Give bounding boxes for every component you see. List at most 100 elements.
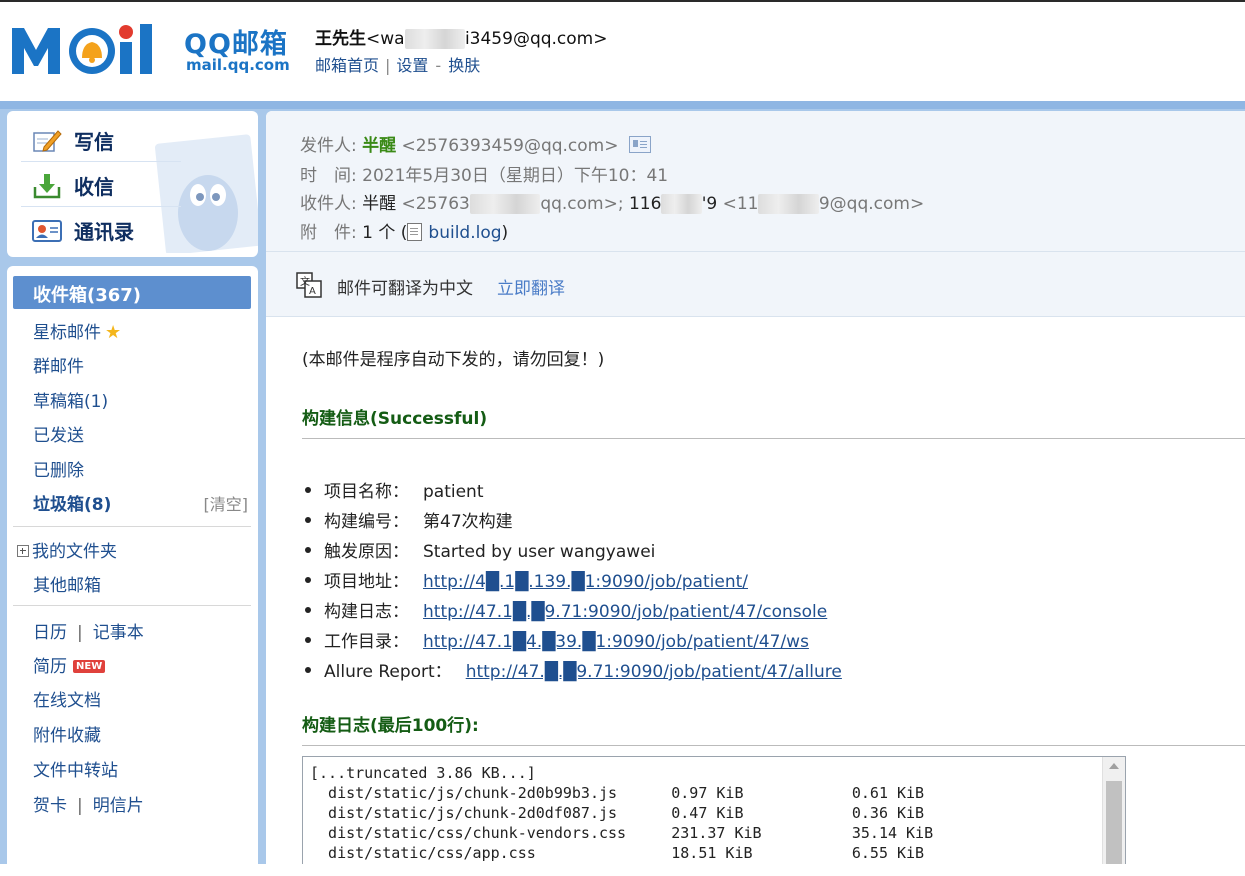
logo-url: mail.qq.com [186, 56, 290, 74]
my-folders-label: 我的文件夹 [32, 542, 117, 562]
sidebar-item-transfer[interactable]: 文件中转站 [33, 756, 118, 781]
sidebar-item-other-mail[interactable]: 其他邮箱 [33, 571, 101, 596]
sender-name[interactable]: 半醒 [362, 136, 396, 156]
star-icon: ★ [105, 322, 122, 343]
mailbox-home-link[interactable]: 邮箱首页 [315, 56, 379, 75]
translate-bar: 文 A 邮件可翻译为中文 立即翻译 [266, 252, 1245, 317]
header-links: 邮箱首页 | 设置 - 换肤 [315, 52, 480, 76]
redacted-block: xxxxxx [404, 29, 465, 49]
mail-logo-icon [12, 24, 152, 74]
quick-actions-panel: 写信 收信 通讯录 [7, 111, 258, 257]
sidebar-item-spam[interactable]: 垃圾箱(8) [33, 490, 111, 515]
new-badge: NEW [73, 660, 106, 673]
contacts-button[interactable]: 通讯录 [32, 216, 134, 245]
translate-icon: 文 A [296, 272, 322, 298]
scroll-thumb[interactable] [1106, 781, 1122, 864]
sender-email: <2576393459@qq.com> [401, 136, 619, 156]
build-info-label: 工作目录： [324, 632, 409, 652]
build-info-item: 工作目录： http://47.1█4.█39.█1:9090/job/patie… [302, 627, 842, 657]
sidebar-item-docs[interactable]: 在线文档 [33, 686, 101, 711]
receive-button[interactable]: 收信 [32, 171, 114, 200]
build-info-link[interactable]: http://47.1█.█9.71:9090/job/patient/47/c… [423, 602, 827, 622]
inbox-label: 收件箱(367) [33, 285, 142, 306]
starred-label: 星标邮件 [33, 323, 101, 343]
message-pane: 发件人: 半醒 <2576393459@qq.com> 时 间: 2021年5月… [266, 111, 1245, 864]
recipient2-email: <11xxxxxx9@qq.com> [722, 194, 925, 214]
log-line: dist/static/css/app.css 18.51 KiB 6.55 K… [310, 844, 925, 862]
sidebar-item-my-folders[interactable]: 我的文件夹 [17, 537, 117, 562]
divider [13, 526, 251, 527]
notepad-link[interactable]: 记事本 [93, 623, 144, 643]
log-line: dist/static/css/chunk-vendors.css 231.37… [310, 824, 934, 842]
attachment-label: 附 件: [300, 223, 357, 243]
calendar-link[interactable]: 日历 [33, 623, 67, 643]
build-info-value: patient [423, 482, 484, 502]
sidebar-item-group[interactable]: 群邮件 [33, 352, 84, 377]
sidebar-item-starred[interactable]: 星标邮件 ★ [33, 318, 121, 343]
scroll-up-arrow-icon[interactable] [1109, 763, 1119, 769]
postcard-link[interactable]: 明信片 [93, 796, 144, 816]
build-info-item: Allure Report： http://47.█.█9.71:9090/job… [302, 657, 842, 687]
sidebar-item-resume[interactable]: 简历 NEW [33, 652, 106, 677]
receive-label: 收信 [74, 175, 114, 199]
separator: | [385, 56, 391, 75]
time-value: 2021年5月30日（星期日）下午10：41 [362, 166, 669, 186]
build-info-item: 项目地址： http://4█.1█.139.█1:9090/job/patien… [302, 567, 842, 597]
top-border [0, 0, 1245, 2]
log-line: dist/static/js/chunk-2d0b99b3.js 0.97 Ki… [310, 784, 925, 802]
build-info-item: 项目名称： patient [302, 477, 842, 507]
recipient-name[interactable]: 半醒 [362, 194, 396, 214]
download-tray-icon [33, 173, 61, 198]
build-log-title: 构建日志(最后100行): [302, 716, 479, 736]
attachment-close-paren: ) [501, 223, 509, 243]
sidebar-row-tools: 日历 | 记事本 [33, 618, 144, 643]
document-icon [407, 223, 423, 241]
build-info-link[interactable]: http://4█.1█.139.█1:9090/job/patient/ [423, 572, 748, 592]
sender-label: 发件人: [300, 136, 357, 156]
recipient2-name[interactable]: 116xxxx'9 [629, 194, 717, 214]
translate-now-link[interactable]: 立即翻译 [497, 274, 565, 299]
contacts-label: 通讯录 [74, 220, 134, 244]
sidebar-item-sent[interactable]: 已发送 [33, 421, 84, 446]
log-scrollbar[interactable] [1102, 757, 1125, 864]
sidebar-row-cards: 贺卡 | 明信片 [33, 791, 144, 816]
build-log-text: [...truncated 3.86 KB...] dist/static/js… [303, 757, 1125, 863]
log-line: [...truncated 3.86 KB...] [310, 764, 536, 782]
build-info-value: Started by user wangyawei [423, 542, 656, 562]
attachment-row: 附 件: 1 个 ( build.log) [300, 218, 508, 243]
attachment-file-link[interactable]: build.log [428, 223, 501, 243]
build-info-label: 项目地址： [324, 572, 409, 592]
attachment-count: 1 个 ( [362, 223, 408, 243]
greeting-card-link[interactable]: 贺卡 [33, 796, 67, 816]
separator: | [77, 796, 83, 816]
change-skin-link[interactable]: 换肤 [448, 56, 480, 75]
build-info-label: 构建日志： [324, 602, 409, 622]
sidebar-item-drafts[interactable]: 草稿箱(1) [33, 387, 108, 412]
clear-spam-button[interactable]: [清空] [204, 491, 249, 515]
contact-card-icon[interactable] [628, 136, 651, 153]
sidebar-item-deleted[interactable]: 已删除 [33, 456, 84, 481]
qq-mail-logo[interactable]: QQ邮箱 mail.qq.com [10, 20, 290, 78]
compose-button[interactable]: 写信 [32, 126, 114, 155]
svg-text:A: A [309, 286, 316, 297]
build-info-item: 构建编号： 第47次构建 [302, 507, 842, 537]
auto-mail-note: (本邮件是程序自动下发的，请勿回复！) [302, 350, 605, 370]
penguin-stamp-decoration [155, 134, 258, 253]
build-info-link[interactable]: http://47.1█4.█39.█1:9090/job/patient/47… [423, 632, 809, 652]
log-line: dist/static/js/chunk-2d0df087.js 0.47 Ki… [310, 804, 925, 822]
contact-card-icon [32, 219, 62, 242]
build-log-box[interactable]: [...truncated 3.86 KB...] dist/static/js… [302, 756, 1126, 864]
resume-label: 简历 [33, 657, 67, 677]
build-info-link[interactable]: http://47.█.█9.71:9090/job/patient/47/al… [466, 662, 842, 682]
settings-link[interactable]: 设置 [396, 56, 428, 75]
divider [21, 206, 181, 207]
pencil-icon [33, 129, 62, 152]
folder-list: 收件箱(367) 星标邮件 ★ 群邮件 草稿箱(1) 已发送 已删除 垃圾箱(8)… [7, 266, 258, 876]
sidebar-item-inbox[interactable]: 收件箱(367) [13, 276, 251, 309]
message-header: 发件人: 半醒 <2576393459@qq.com> 时 间: 2021年5月… [266, 111, 1245, 252]
sidebar-item-attachments[interactable]: 附件收藏 [33, 721, 101, 746]
time-row: 时 间: 2021年5月30日（星期日）下午10：41 [300, 161, 668, 186]
section-divider [302, 438, 1245, 439]
separator-dash: - [435, 56, 442, 75]
expand-plus-icon[interactable] [17, 545, 29, 557]
